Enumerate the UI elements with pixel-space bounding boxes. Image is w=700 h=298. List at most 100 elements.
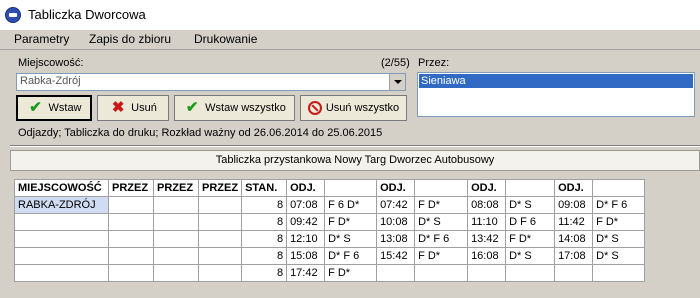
table-cell[interactable] [108,230,154,248]
checkmark-icon: ✔ [29,99,42,116]
table-cell[interactable] [153,213,199,231]
checkmark-icon: ✔ [185,99,199,116]
cross-icon: ✖ [111,99,125,116]
table-cell[interactable] [505,264,556,282]
table-cell[interactable] [197,230,243,248]
table-cell[interactable]: 16:08 [467,247,507,265]
table-cell[interactable]: 12:10 [286,230,326,248]
table-cell[interactable] [467,264,507,282]
menu-drukowanie[interactable]: Drukowanie [194,32,257,46]
table-cell[interactable]: F D* [414,247,469,265]
header-odj: ODJ. [286,179,326,197]
table-cell[interactable] [197,196,243,214]
header-przez: PRZEZ [197,179,243,197]
cell-place[interactable]: RABKA-ZDRÓJ [14,196,109,214]
table-cell[interactable]: 09:08 [554,196,594,214]
table-cell[interactable] [108,264,154,282]
via-listbox[interactable]: Sieniawa [417,72,695,117]
cell-platform[interactable]: 8 [241,230,288,248]
city-combobox[interactable]: Rabka-Zdrój [16,73,406,91]
table-cell[interactable] [153,247,199,265]
table-cell[interactable]: 15:08 [286,247,326,265]
table-cell[interactable] [108,247,154,265]
table-cell[interactable]: D* S [592,230,646,248]
table-row[interactable]: RABKA-ZDRÓJ 8 07:08 F 6 D* 07:42 F D* 08:08 D* … [14,196,646,214]
delete-all-button[interactable]: Usuń wszystko [300,95,407,121]
table-cell[interactable]: 11:42 [554,213,594,231]
table-cell[interactable]: F 6 D* [324,196,378,214]
table-cell[interactable] [197,264,243,282]
table-cell[interactable]: 15:42 [376,247,416,265]
table-cell[interactable] [592,264,646,282]
cell-place[interactable] [14,213,109,231]
table-cell[interactable]: F D* [414,196,469,214]
table-cell[interactable] [197,247,243,265]
header-miejscowosc: MIEJSCOWOŚĆ [14,179,109,197]
header-notes [324,179,378,197]
table-cell[interactable]: 09:42 [286,213,326,231]
table-cell[interactable] [414,264,469,282]
table-cell[interactable]: 08:08 [467,196,507,214]
menu-parametry[interactable]: Parametry [14,32,69,46]
table-cell[interactable]: D* S [324,230,378,248]
table-cell[interactable]: D F 6 [505,213,556,231]
cell-platform[interactable]: 8 [241,196,288,214]
table-cell[interactable]: D* S [505,247,556,265]
table-cell[interactable] [153,230,199,248]
table-cell[interactable] [554,264,594,282]
insert-button-label: Wstaw [48,102,82,114]
table-cell[interactable] [197,213,243,231]
table-row[interactable]: 8 15:08 D* F 6 15:42 F D* 16:08 D* S 17:08 D* S [14,247,646,265]
table-cell[interactable]: D* F 6 [414,230,469,248]
table-cell[interactable]: 13:08 [376,230,416,248]
table-cell[interactable]: D* S [505,196,556,214]
header-przez: PRZEZ [153,179,199,197]
delete-button-label: Usuń [131,102,157,114]
via-list-item[interactable]: Sieniawa [419,74,693,88]
table-cell[interactable] [153,196,199,214]
table-cell[interactable]: F D* [505,230,556,248]
menu-zapis-do-zbioru[interactable]: Zapis do zbioru [89,32,171,46]
chevron-down-icon[interactable] [389,74,405,90]
table-cell[interactable]: 07:08 [286,196,326,214]
table-row[interactable]: 8 09:42 F D* 10:08 D* S 11:10 D F 6 11:42 F D* [14,213,646,231]
departures-table[interactable]: MIEJSCOWOŚĆ PRZEZ PRZEZ PRZEZ STAN. ODJ.… [14,179,646,282]
cell-platform[interactable]: 8 [241,213,288,231]
table-cell[interactable]: 13:42 [467,230,507,248]
table-cell[interactable]: D* S [414,213,469,231]
window-title: Tabliczka Dworcowa [28,7,146,22]
cell-place[interactable] [14,247,109,265]
board-title: Tabliczka przystankowa Nowy Targ Dworzec… [215,154,495,166]
table-cell[interactable] [108,213,154,231]
header-notes [414,179,469,197]
table-cell[interactable]: D* S [592,247,646,265]
table-cell[interactable]: 10:08 [376,213,416,231]
cell-platform[interactable]: 8 [241,247,288,265]
cell-place[interactable] [14,230,109,248]
table-row[interactable]: 8 17:42 F D* [14,264,646,282]
delete-button[interactable]: ✖ Usuń [97,95,169,121]
table-row[interactable]: 8 12:10 D* S 13:08 D* F 6 13:42 F D* 14:08 D* S [14,230,646,248]
table-cell[interactable]: F D* [324,213,378,231]
table-cell[interactable]: 17:42 [286,264,326,282]
header-odj: ODJ. [376,179,416,197]
table-cell[interactable]: F D* [324,264,378,282]
table-cell[interactable]: 14:08 [554,230,594,248]
cell-platform[interactable]: 8 [241,264,288,282]
header-przez: PRZEZ [108,179,154,197]
table-cell[interactable]: 17:08 [554,247,594,265]
table-cell[interactable]: 07:42 [376,196,416,214]
table-cell[interactable]: D* F 6 [324,247,378,265]
insert-button[interactable]: ✔ Wstaw [16,95,92,121]
table-cell[interactable] [376,264,416,282]
table-cell[interactable]: 11:10 [467,213,507,231]
table-cell[interactable]: D* F 6 [592,196,646,214]
city-counter: (2/55) [381,57,410,69]
table-cell[interactable] [153,264,199,282]
cell-place[interactable] [14,264,109,282]
table-cell[interactable]: F D* [592,213,646,231]
table-cell[interactable] [108,196,154,214]
city-label: Miejscowość: [18,57,84,69]
schedule-info: Odjazdy; Tabliczka do druku; Rozkład waż… [18,127,383,139]
insert-all-button[interactable]: ✔ Wstaw wszystko [174,95,295,121]
